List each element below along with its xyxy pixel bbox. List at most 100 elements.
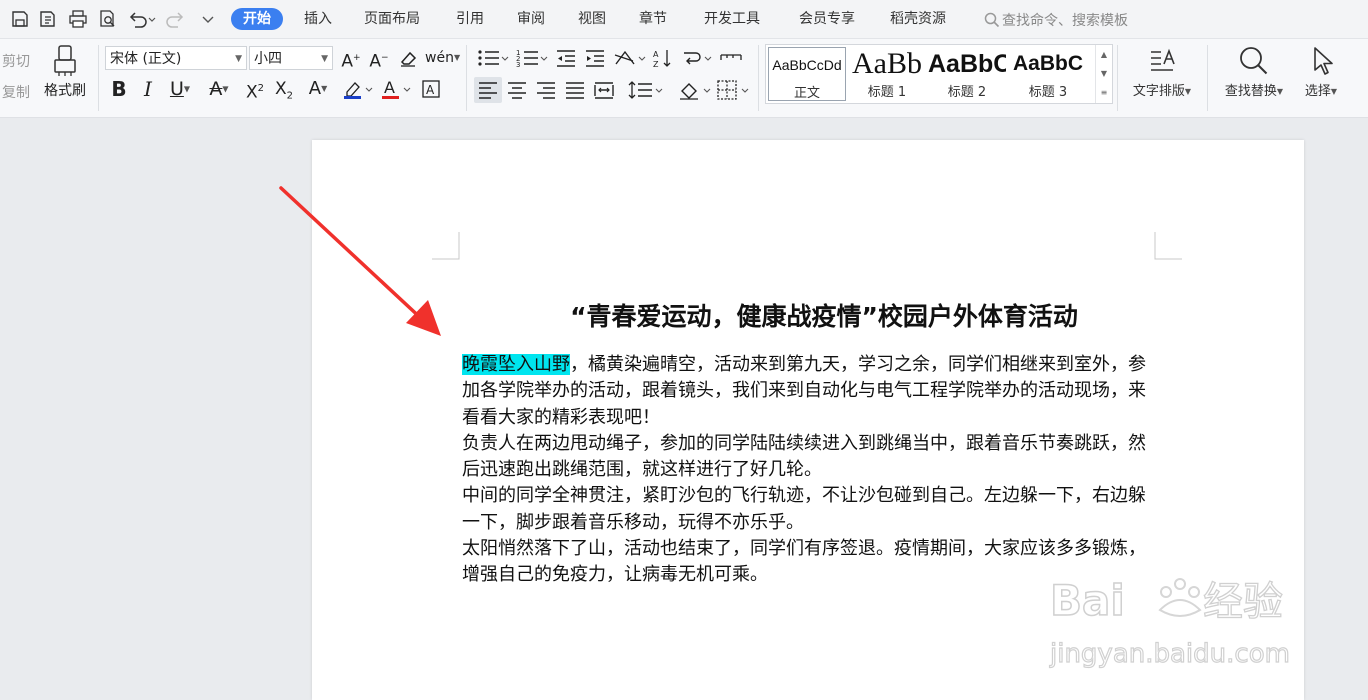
text-layout-button[interactable]: 文字排版▼ [1124, 44, 1200, 99]
numbered-list-icon[interactable]: 123 [515, 47, 549, 69]
print-preview-icon[interactable] [98, 9, 118, 29]
shrink-font-icon[interactable]: A− [368, 47, 390, 72]
style-label: 标题 2 [947, 85, 987, 100]
align-right-icon[interactable] [535, 79, 557, 101]
text-direction-icon[interactable] [613, 47, 647, 69]
style-heading-3[interactable]: AaBbC 标题 3 [1008, 47, 1088, 101]
cut-button[interactable]: 剪切 [2, 51, 30, 71]
font-size-value: 小四 [254, 51, 282, 67]
align-left-icon[interactable] [474, 77, 502, 103]
tab-page-layout[interactable]: 页面布局 [352, 8, 432, 30]
save-icon[interactable] [10, 9, 30, 29]
align-center-icon[interactable] [506, 79, 528, 101]
text-effect-icon[interactable]: A▼ [302, 78, 334, 100]
clear-format-icon[interactable] [397, 47, 419, 69]
menu-tab-bar: 开始 插入 页面布局 引用 审阅 视图 章节 开发工具 会员专享 稻壳资源 查找… [0, 0, 1368, 39]
copy-button[interactable]: 复制 [2, 82, 30, 102]
annotation-arrow-icon [279, 186, 441, 336]
redo-icon[interactable] [166, 9, 186, 29]
character-border-icon[interactable]: A [420, 78, 442, 100]
magnifier-icon [1214, 44, 1294, 80]
styles-scroll[interactable]: ▲ ▼ ≡ [1095, 45, 1112, 103]
style-preview: AaBbC [928, 50, 1006, 78]
bold-icon[interactable]: B [108, 78, 130, 100]
sort-icon[interactable]: AZ [652, 47, 674, 69]
tab-docer-resources[interactable]: 稻壳资源 [878, 8, 958, 30]
select-label: 选择▼ [1304, 84, 1338, 99]
tab-home[interactable]: 开始 [231, 8, 283, 30]
customize-icon[interactable] [198, 9, 218, 29]
paragraph[interactable]: 晚霞坠入山野，橘黄染遍晴空，活动来到第九天，学习之余，同学们相继来到室外，参加各… [462, 352, 1162, 431]
styles-gallery: AaBbCcDd 正文 AaBb 标题 1 AaBbC 标题 2 AaBbC 标… [765, 44, 1113, 104]
svg-text:3: 3 [516, 61, 520, 69]
superscript-icon[interactable]: X2 [243, 78, 267, 103]
highlight-color-icon[interactable] [342, 78, 374, 100]
svg-text:jingyan.baidu.com: jingyan.baidu.com [1049, 639, 1290, 669]
tab-view[interactable]: 视图 [566, 8, 618, 30]
style-normal[interactable]: AaBbCcDd 正文 [768, 47, 846, 101]
format-painter-button[interactable]: 格式刷 [40, 44, 90, 100]
search-placeholder: 查找命令、搜索模板 [1002, 13, 1128, 29]
chevron-down-icon: ▼ [321, 54, 328, 64]
text-layout-label: 文字排版▼ [1132, 84, 1192, 99]
document-body[interactable]: 晚霞坠入山野，橘黄染遍晴空，活动来到第九天，学习之余，同学们相继来到室外，参加各… [462, 352, 1162, 589]
style-heading-1[interactable]: AaBb 标题 1 [848, 47, 926, 101]
baidu-jingyan-watermark-icon: Bai 经验 jingyan.baidu.com [1048, 575, 1290, 669]
font-color-icon[interactable]: A [380, 78, 412, 100]
font-family-value: 宋体 (正文) [110, 51, 182, 67]
find-replace-label: 查找替换▼ [1224, 84, 1284, 99]
paragraph[interactable]: 负责人在两边甩动绳子，参加的同学陆陆续续进入到跳绳当中，跟着音乐节奏跳跃，然后迅… [462, 431, 1162, 484]
highlighted-text[interactable]: 晚霞坠入山野 [462, 354, 570, 375]
tab-review[interactable]: 审阅 [505, 8, 557, 30]
decrease-indent-icon[interactable] [555, 47, 577, 69]
svg-text:Bai: Bai [1050, 576, 1125, 625]
paragraph[interactable]: 中间的同学全神贯注，紧盯沙包的飞行轨迹，不让沙包碰到自己。左边躲一下，右边躲一下… [462, 483, 1162, 536]
line-break-icon[interactable] [681, 47, 713, 69]
document-title[interactable]: “青春爱运动，健康战疫情”校园户外体育活动 [312, 297, 1304, 333]
search-command-box[interactable]: 查找命令、搜索模板 [984, 10, 1128, 30]
font-size-select[interactable]: 小四 ▼ [249, 46, 333, 70]
save-as-icon[interactable] [38, 9, 58, 29]
tab-references[interactable]: 引用 [444, 8, 496, 30]
search-icon [984, 12, 1000, 28]
format-painter-icon [40, 44, 90, 80]
format-painter-label: 格式刷 [44, 83, 86, 99]
svg-text:经验: 经验 [1203, 579, 1283, 625]
italic-icon[interactable]: I [137, 78, 159, 100]
increase-indent-icon[interactable] [584, 47, 606, 69]
cursor-icon [1296, 44, 1346, 80]
select-button[interactable]: 选择▼ [1296, 44, 1346, 99]
style-heading-2[interactable]: AaBbC 标题 2 [928, 47, 1006, 101]
grow-font-icon[interactable]: A+ [340, 47, 362, 72]
margin-corner-mark [1154, 232, 1182, 260]
ribbon-toolbar: 剪切 复制 格式刷 宋体 (正文) ▼ 小四 ▼ A+ A− wén▼ B I U▼… [0, 39, 1368, 118]
justify-icon[interactable] [564, 79, 586, 101]
print-icon[interactable] [68, 9, 88, 29]
tab-developer[interactable]: 开发工具 [692, 8, 772, 30]
phonetic-guide-icon[interactable]: wén▼ [425, 47, 460, 69]
font-family-select[interactable]: 宋体 (正文) ▼ [105, 46, 247, 70]
svg-text:A: A [384, 78, 395, 97]
chevron-down-icon: ▼ [235, 54, 242, 64]
subscript-icon[interactable]: X2 [272, 78, 296, 101]
tab-member[interactable]: 会员专享 [787, 8, 867, 30]
text-layout-icon [1124, 44, 1200, 80]
style-preview: AaBbC [1012, 52, 1083, 75]
find-replace-button[interactable]: 查找替换▼ [1214, 44, 1294, 99]
tab-chapter[interactable]: 章节 [627, 8, 679, 30]
distribute-icon[interactable] [593, 79, 615, 101]
borders-icon[interactable] [716, 79, 750, 101]
strikethrough-icon[interactable]: A▼ [203, 78, 235, 100]
style-label: 标题 1 [867, 85, 907, 100]
line-spacing-icon[interactable] [628, 79, 664, 101]
undo-icon[interactable] [127, 9, 157, 29]
style-preview: AaBb [852, 47, 922, 79]
style-preview: AaBbCcDd [772, 57, 842, 73]
show-marks-icon[interactable] [719, 47, 743, 69]
tab-insert[interactable]: 插入 [292, 8, 344, 30]
svg-text:A: A [426, 83, 435, 97]
bullet-list-icon[interactable] [476, 47, 510, 69]
svg-text:Z: Z [653, 60, 659, 69]
shading-icon[interactable] [678, 79, 712, 101]
underline-icon[interactable]: U▼ [165, 78, 195, 100]
